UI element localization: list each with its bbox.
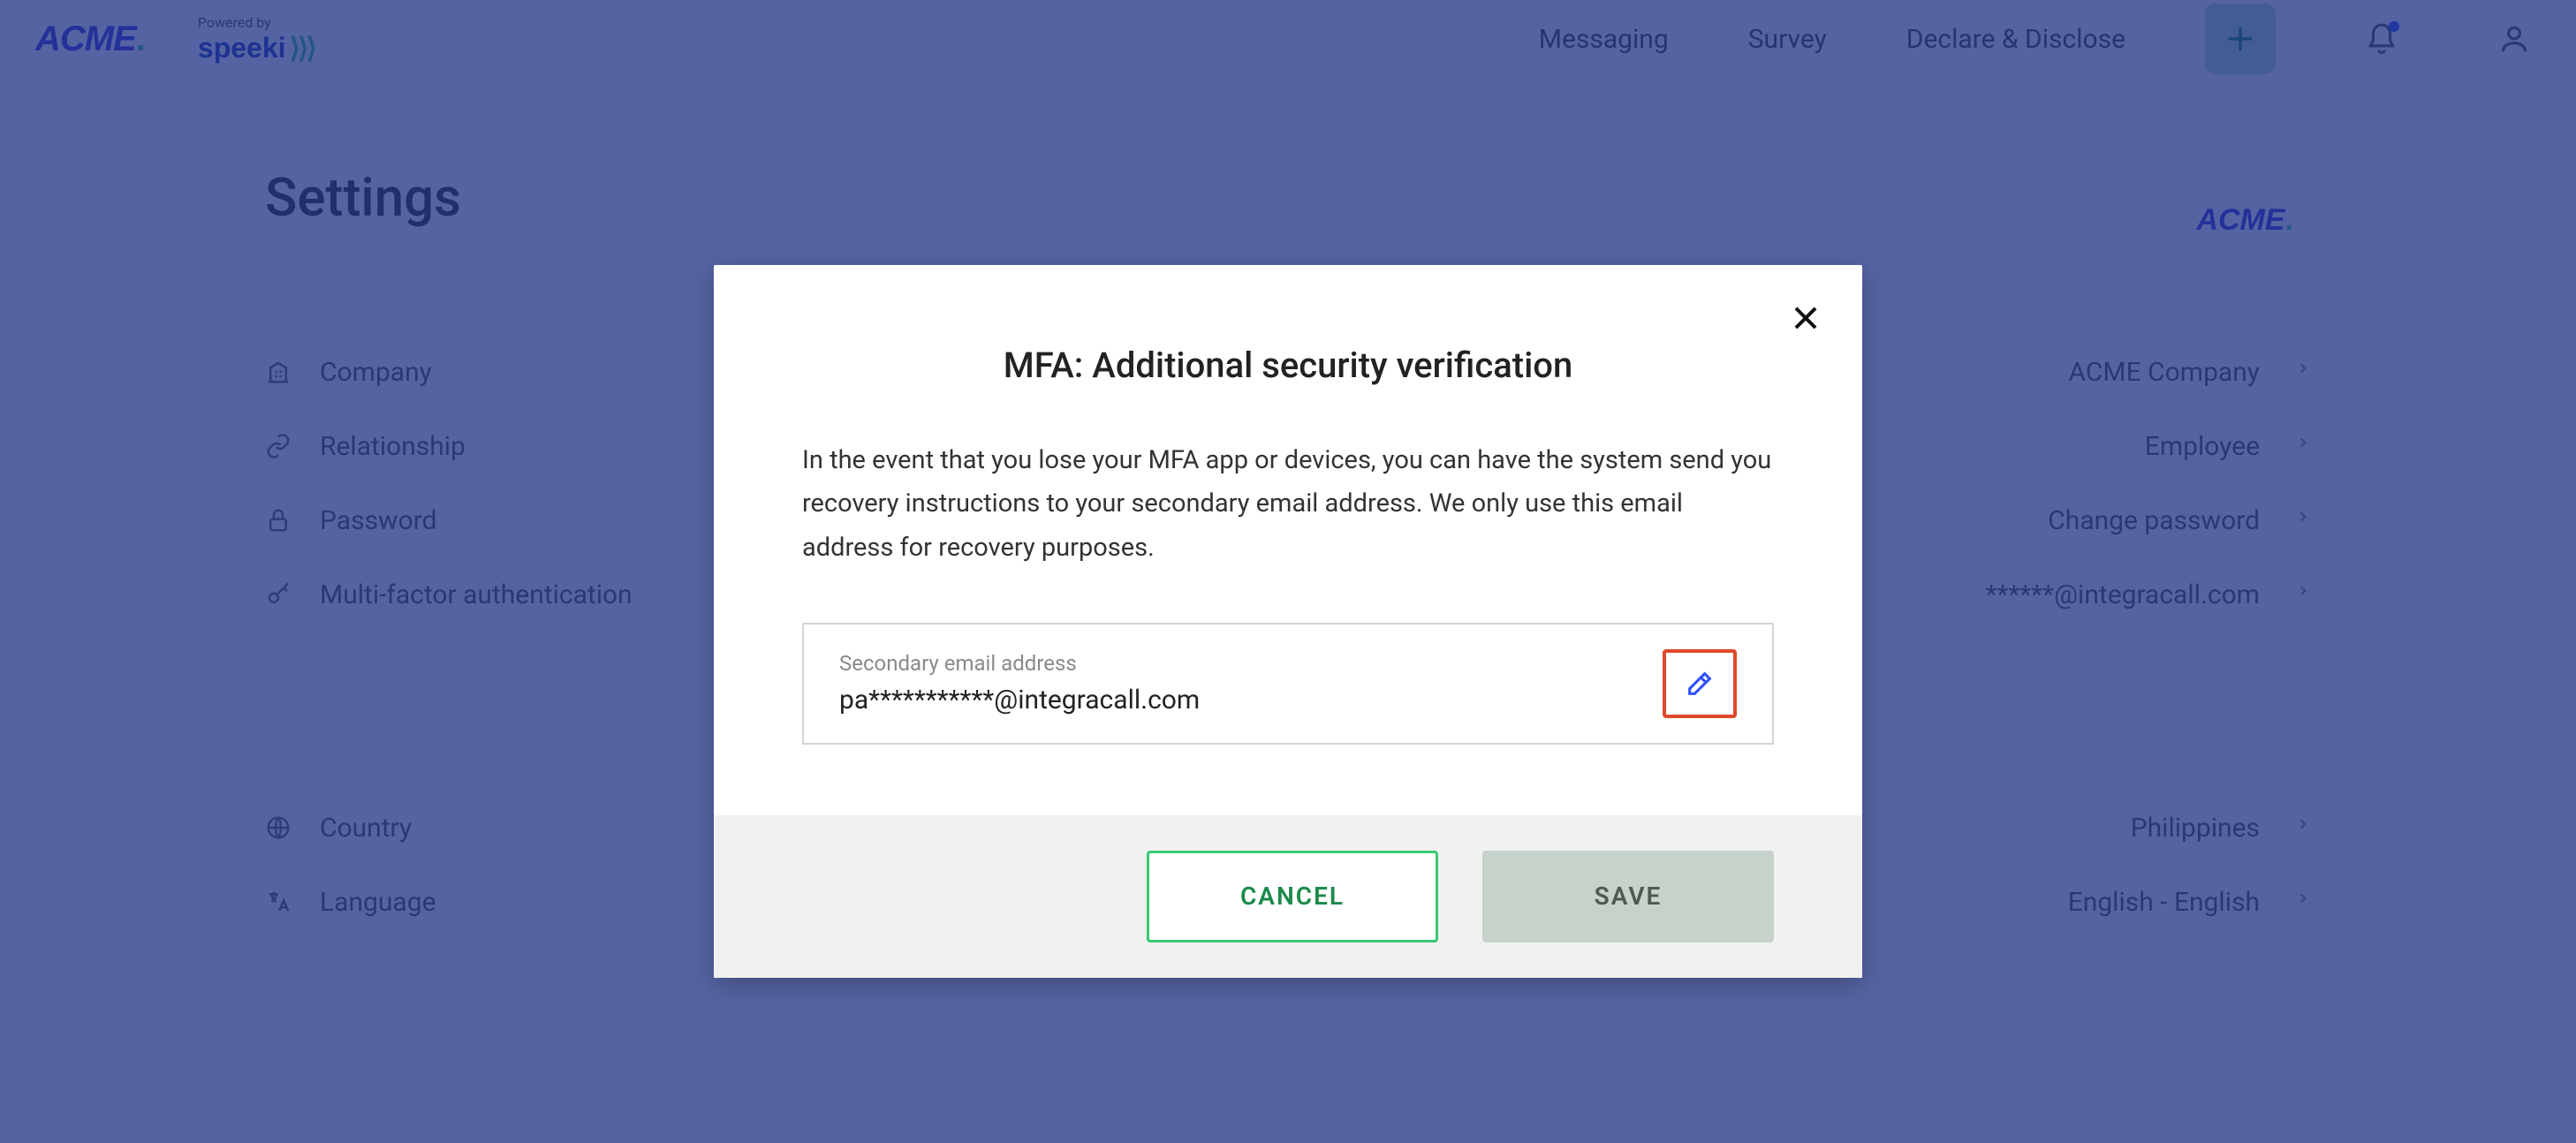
modal-close-button[interactable] (1789, 300, 1822, 341)
close-icon (1789, 301, 1822, 335)
save-button[interactable]: SAVE (1482, 851, 1774, 942)
email-label: Secondary email address (839, 651, 1663, 676)
edit-email-button[interactable] (1663, 649, 1737, 718)
email-text-block: Secondary email address pa***********@in… (839, 651, 1663, 715)
modal-title: MFA: Additional security verification (802, 344, 1774, 386)
email-value: pa***********@integracall.com (839, 685, 1663, 715)
secondary-email-field: Secondary email address pa***********@in… (802, 623, 1774, 745)
edit-icon (1685, 669, 1715, 699)
modal-body: MFA: Additional security verification In… (714, 265, 1862, 815)
mfa-modal: MFA: Additional security verification In… (714, 265, 1862, 978)
modal-description: In the event that you lose your MFA app … (802, 439, 1774, 570)
modal-footer: CANCEL SAVE (714, 815, 1862, 978)
cancel-button[interactable]: CANCEL (1147, 851, 1438, 942)
modal-overlay[interactable]: MFA: Additional security verification In… (0, 0, 2576, 1143)
